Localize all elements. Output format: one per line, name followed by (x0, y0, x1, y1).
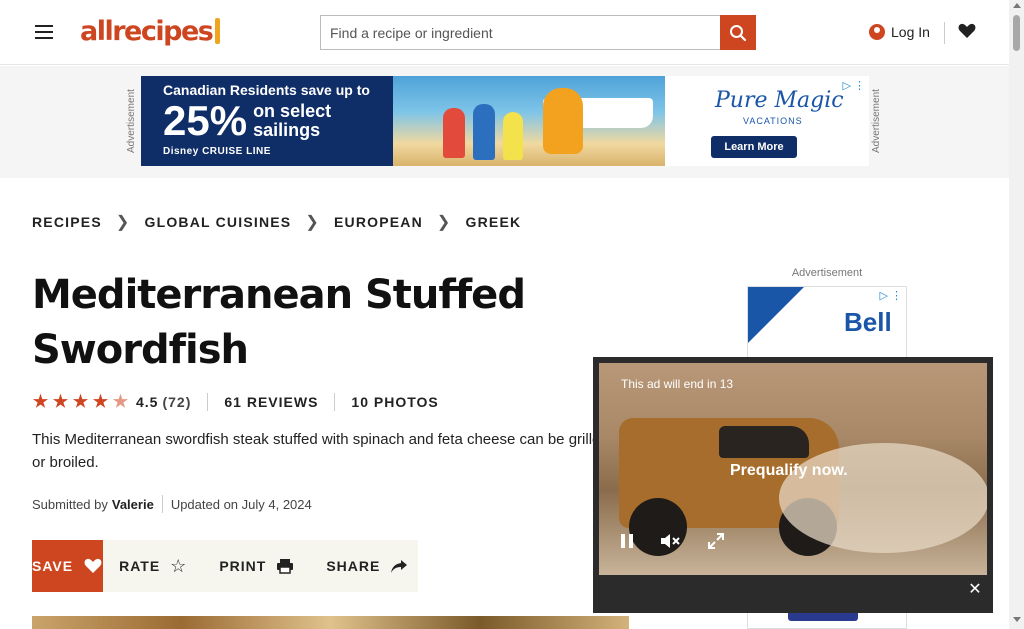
ad-offer-line1: on select (253, 101, 332, 121)
share-icon (391, 560, 408, 573)
reviews-link[interactable]: 61 REVIEWS (224, 394, 318, 410)
printer-icon (277, 559, 294, 574)
close-video-ad-button[interactable]: ✕ (962, 570, 988, 608)
hamburger-icon (35, 25, 53, 27)
fullscreen-button[interactable] (696, 526, 736, 556)
allrecipes-logo[interactable]: allrecipes (80, 14, 221, 48)
heart-icon (84, 558, 102, 573)
site-header: allrecipes Find a recipe or ingredient L… (0, 0, 1009, 65)
bell-logo: Bell (844, 307, 892, 337)
rating-count: (72) (162, 394, 192, 410)
star-rating[interactable]: ★ ★ ★ ★ ★ (32, 393, 130, 411)
ad-label-right: Advertisement (871, 89, 882, 153)
top-banner-ad[interactable]: Canadian Residents save up to 25% on sel… (141, 76, 869, 166)
photos-link[interactable]: 10 PHOTOS (351, 394, 438, 410)
search-icon (730, 24, 747, 41)
video-ad-player[interactable]: This ad will end in 13 Prequalify now. (593, 357, 993, 613)
page-title: Mediterranean Stuffed Swordfish (32, 272, 526, 373)
page-scrollbar[interactable] (1009, 0, 1024, 629)
breadcrumb-global-cuisines[interactable]: GLOBAL CUISINES (144, 214, 291, 230)
author-link[interactable]: Valerie (112, 497, 154, 512)
breadcrumb-european[interactable]: EUROPEAN (334, 214, 423, 230)
ad-tagline: Prequalify now. (730, 462, 848, 479)
ad-right-title: Pure Magic (715, 88, 844, 113)
header-divider (944, 22, 945, 44)
rate-button[interactable]: RATE ☆ (103, 540, 203, 592)
user-icon (869, 24, 885, 40)
pause-button[interactable] (610, 526, 644, 556)
ad-headline: Canadian Residents save up to (163, 82, 370, 98)
breadcrumb-recipes[interactable]: RECIPES (32, 214, 102, 230)
share-button[interactable]: SHARE (310, 540, 424, 592)
scrollbar-thumb[interactable] (1013, 15, 1020, 51)
ad-photo (393, 76, 665, 166)
star-half-icon: ★ (112, 392, 130, 411)
star-outline-icon: ☆ (170, 555, 188, 576)
adchoices-icon[interactable]: ▷ ⋮ (879, 289, 902, 302)
muted-speaker-icon (661, 534, 680, 548)
side-ad-label: Advertisement (791, 267, 863, 279)
ad-offer-line2: sailings (253, 120, 321, 140)
ad-brand: Disney CRUISE LINE (163, 146, 271, 157)
close-icon: ✕ (968, 581, 982, 598)
ad-percent: 25% (163, 97, 248, 144)
expand-icon (708, 533, 724, 549)
search-button[interactable] (720, 15, 756, 50)
print-button[interactable]: PRINT (203, 540, 310, 592)
star-full-icon: ★ (52, 392, 70, 411)
menu-button[interactable] (31, 19, 57, 45)
ad-right-sub: VACATIONS (743, 116, 803, 126)
pause-icon (621, 534, 633, 548)
ad-countdown: This ad will end in 13 (621, 377, 734, 391)
star-full-icon: ★ (72, 392, 90, 411)
star-full-icon: ★ (32, 392, 50, 411)
action-bar: SAVE RATE ☆ PRINT SHARE (32, 540, 418, 592)
search-input[interactable]: Find a recipe or ingredient (320, 15, 720, 50)
scroll-down-arrow-icon[interactable] (1013, 617, 1021, 622)
saved-recipes-button[interactable] (956, 18, 978, 44)
scroll-up-arrow-icon[interactable] (1013, 3, 1021, 8)
recipe-description: This Mediterranean swordfish steak stuff… (32, 431, 609, 471)
updated-date: Updated on July 4, 2024 (170, 496, 312, 512)
chevron-right-icon: ❯ (436, 214, 452, 231)
mute-button[interactable] (652, 526, 690, 556)
recipe-photo (32, 616, 629, 629)
rating-value: 4.5 (136, 394, 159, 410)
adchoices-icon[interactable]: ▷ ⋮ (842, 79, 865, 92)
login-link[interactable]: Log In (869, 20, 930, 44)
star-full-icon: ★ (92, 392, 110, 411)
breadcrumb-greek[interactable]: GREEK (466, 214, 522, 230)
recipe-meta: Submitted by Valerie Updated on July 4, … (32, 494, 312, 514)
heart-icon (958, 23, 976, 38)
save-button[interactable]: SAVE (32, 540, 104, 592)
rating-row: ★ ★ ★ ★ ★ 4.5 (72) 61 REVIEWS 10 PHOTOS (32, 392, 439, 412)
search-placeholder: Find a recipe or ingredient (330, 24, 493, 41)
ad-learn-more-button[interactable]: Learn More (711, 136, 797, 158)
chevron-right-icon: ❯ (305, 214, 320, 231)
chevron-right-icon: ❯ (115, 214, 131, 231)
breadcrumb: RECIPES ❯ GLOBAL CUISINES ❯ EUROPEAN ❯ G… (32, 210, 521, 234)
ad-label-left: Advertisement (126, 89, 137, 153)
submitted-label: Submitted by (32, 496, 108, 512)
